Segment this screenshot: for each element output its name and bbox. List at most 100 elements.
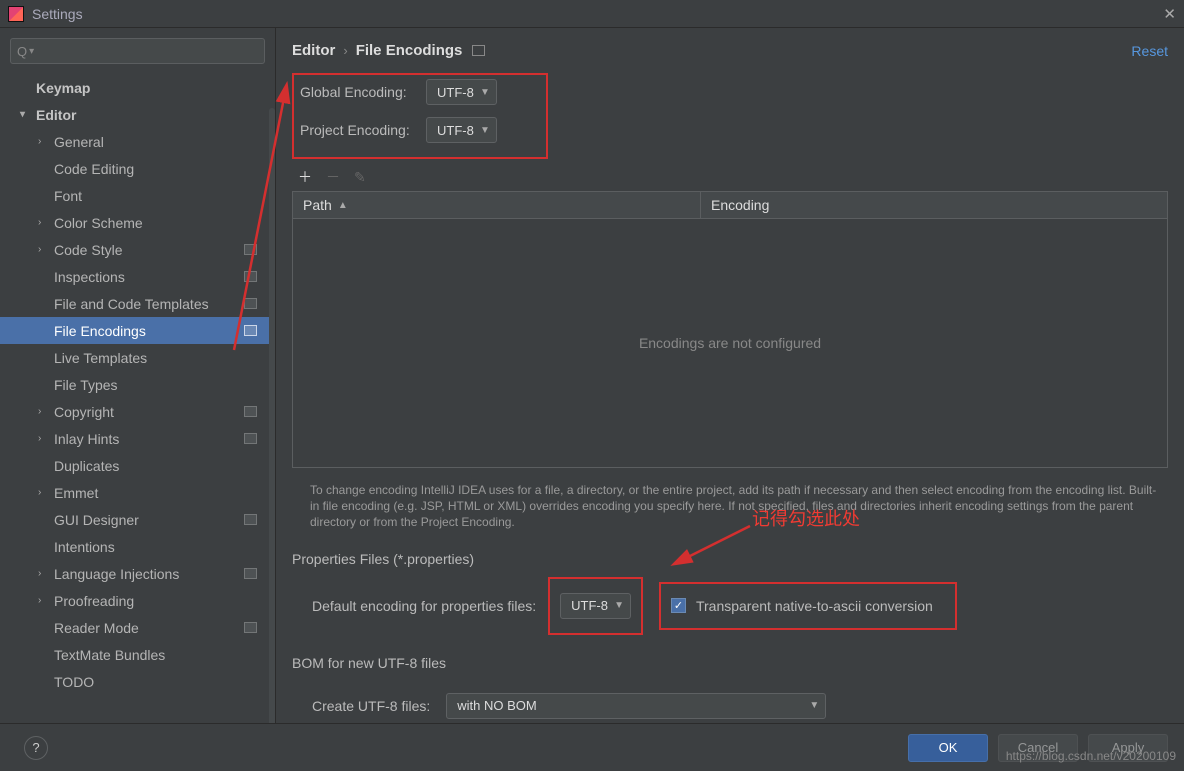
sidebar-item-code-editing[interactable]: Code Editing	[0, 155, 275, 182]
chevron-right-icon: ›	[38, 487, 41, 498]
encodings-table: Path▲ Encoding Encodings are not configu…	[292, 191, 1168, 468]
global-encoding-dropdown[interactable]: UTF-8 ▼	[426, 79, 497, 105]
sidebar-item-todo[interactable]: TODO	[0, 668, 275, 695]
sidebar-item-label: Copyright	[54, 404, 114, 420]
sidebar: Q▾ Keymap▾Editor›GeneralCode EditingFont…	[0, 28, 276, 723]
table-empty-state: Encodings are not configured	[293, 219, 1167, 467]
sidebar-item-proofreading[interactable]: ›Proofreading	[0, 587, 275, 614]
sidebar-item-file-encodings[interactable]: File Encodings	[0, 317, 275, 344]
annotation-box-1: UTF-8 ▼	[548, 577, 643, 635]
sidebar-item-code-style[interactable]: › Code Style	[0, 236, 275, 263]
sidebar-item-intentions[interactable]: Intentions	[0, 533, 275, 560]
sidebar-item-textmate-bundles[interactable]: TextMate Bundles	[0, 641, 275, 668]
scheme-badge-icon	[244, 433, 257, 444]
sidebar-item-label: TextMate Bundles	[54, 647, 165, 663]
global-encoding-value: UTF-8	[437, 85, 474, 100]
sidebar-item-label: File Types	[54, 377, 118, 393]
sidebar-item-label: Code Editing	[54, 161, 134, 177]
sidebar-item-font[interactable]: Font	[0, 182, 275, 209]
sidebar-item-keymap[interactable]: Keymap	[0, 74, 275, 101]
sidebar-item-file-and-code-templates[interactable]: File and Code Templates	[0, 290, 275, 317]
search-dropdown-icon: ▾	[29, 46, 34, 57]
sidebar-item-label: Color Scheme	[54, 215, 143, 231]
sidebar-item-reader-mode[interactable]: Reader Mode	[0, 614, 275, 641]
close-icon[interactable]: ✕	[1163, 5, 1176, 23]
sidebar-item-label: Inlay Hints	[54, 431, 119, 447]
search-input[interactable]: Q▾	[10, 38, 265, 64]
breadcrumb-file-encodings: File Encodings	[356, 42, 463, 59]
titlebar: Settings ✕	[0, 0, 1184, 28]
bom-value: with NO BOM	[457, 698, 536, 713]
sidebar-item-general[interactable]: ›General	[0, 128, 275, 155]
scheme-badge-icon	[244, 622, 257, 633]
sidebar-item-label: Code Style	[54, 242, 122, 258]
sidebar-item-live-templates[interactable]: Live Templates	[0, 344, 275, 371]
scheme-badge-icon	[244, 244, 257, 255]
hint-text: To change encoding IntelliJ IDEA uses fo…	[310, 482, 1158, 531]
sidebar-item-label: File Encodings	[54, 323, 146, 339]
bom-section-title: BOM for new UTF-8 files	[292, 655, 1168, 671]
annotation-text: 记得勾选此处	[752, 505, 860, 531]
sidebar-item-inlay-hints[interactable]: › Inlay Hints	[0, 425, 275, 452]
sidebar-item-label: TODO	[54, 674, 94, 690]
scheme-icon	[472, 45, 485, 56]
sort-asc-icon: ▲	[338, 200, 348, 211]
properties-row: Default encoding for properties files: U…	[292, 577, 1168, 635]
bom-label: Create UTF-8 files:	[312, 698, 430, 714]
sidebar-item-label: Intentions	[54, 539, 115, 555]
sidebar-item-language-injections[interactable]: ›Language Injections	[0, 560, 275, 587]
sidebar-item-label: Language Injections	[54, 566, 179, 582]
transparent-ascii-label: Transparent native-to-ascii conversion	[696, 598, 933, 614]
scheme-badge-icon	[244, 325, 257, 336]
sidebar-item-color-scheme[interactable]: › Color Scheme	[0, 209, 275, 236]
chevron-right-icon: ›	[38, 217, 41, 228]
global-encoding-label: Global Encoding:	[300, 84, 412, 100]
main-content: Editor › File Encodings Reset Global Enc…	[276, 28, 1184, 723]
remove-icon: －	[326, 167, 340, 187]
sidebar-item-label: Editor	[36, 107, 76, 123]
reset-button[interactable]: Reset	[1131, 43, 1168, 59]
scheme-badge-icon	[244, 568, 257, 579]
scheme-badge-icon	[244, 406, 257, 417]
sidebar-item-label: File and Code Templates	[54, 296, 209, 312]
chevron-right-icon: ›	[38, 244, 41, 255]
chevron-icon: ▾	[20, 109, 25, 120]
col-encoding[interactable]: Encoding	[701, 192, 1167, 218]
footer: ? OK Cancel Apply	[0, 723, 1184, 771]
app-logo-icon	[8, 6, 24, 22]
table-tools: ＋ － ✎	[298, 167, 1168, 187]
chevron-down-icon: ▼	[480, 125, 490, 136]
sidebar-item-duplicates[interactable]: Duplicates	[0, 452, 275, 479]
add-icon[interactable]: ＋	[298, 167, 312, 187]
sidebar-item-label: Reader Mode	[54, 620, 139, 636]
properties-section-title: Properties Files (*.properties)	[292, 551, 1168, 567]
chevron-right-icon: ›	[38, 433, 41, 444]
sidebar-scrollbar[interactable]	[269, 108, 275, 758]
sidebar-item-emmet[interactable]: ›Emmet	[0, 479, 275, 506]
chevron-down-icon: ▼	[809, 700, 819, 711]
ok-button[interactable]: OK	[908, 734, 988, 762]
window-title: Settings	[32, 6, 83, 22]
sidebar-item-label: Inspections	[54, 269, 125, 285]
transparent-ascii-checkbox[interactable]: ✓	[671, 598, 686, 613]
project-encoding-value: UTF-8	[437, 123, 474, 138]
sidebar-item-file-types[interactable]: File Types	[0, 371, 275, 398]
breadcrumb-editor[interactable]: Editor	[292, 42, 335, 59]
sidebar-item-gui-designer[interactable]: GUI Designer	[0, 506, 275, 533]
props-encoding-label: Default encoding for properties files:	[312, 598, 536, 614]
project-encoding-dropdown[interactable]: UTF-8 ▼	[426, 117, 497, 143]
search-icon: Q	[17, 44, 27, 59]
sidebar-item-inspections[interactable]: Inspections	[0, 263, 275, 290]
props-encoding-dropdown[interactable]: UTF-8 ▼	[560, 593, 631, 619]
sidebar-item-copyright[interactable]: ›Copyright	[0, 398, 275, 425]
sidebar-item-label: General	[54, 134, 104, 150]
bom-dropdown[interactable]: with NO BOM ▼	[446, 693, 826, 719]
col-path[interactable]: Path▲	[293, 192, 701, 218]
sidebar-item-label: Proofreading	[54, 593, 134, 609]
sidebar-item-label: GUI Designer	[54, 512, 139, 528]
sidebar-item-editor[interactable]: ▾ Editor	[0, 101, 275, 128]
help-icon[interactable]: ?	[24, 736, 48, 760]
sidebar-item-label: Font	[54, 188, 82, 204]
encoding-group: Global Encoding: UTF-8 ▼ Project Encodin…	[292, 73, 548, 159]
bom-row: Create UTF-8 files: with NO BOM ▼	[312, 693, 1168, 719]
